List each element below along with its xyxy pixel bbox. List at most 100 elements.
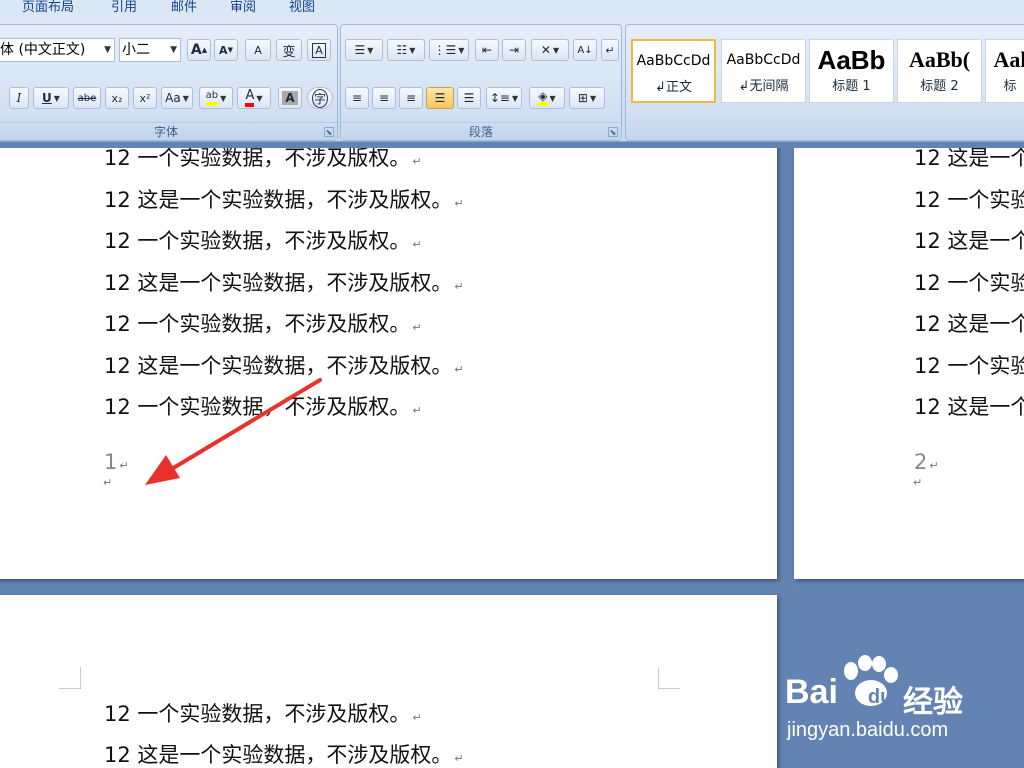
- subscript-button[interactable]: x₂: [105, 87, 129, 109]
- align-left-icon: ≡: [351, 91, 363, 105]
- text-line[interactable]: 12 这是一个: [914, 311, 1024, 337]
- grow-font-button[interactable]: A ▲: [187, 39, 211, 61]
- paragraph-group: ☰ ▼ ☷ ▼ ⋮☰ ▼ ⇤ ⇥ ✕ ▼ A↓ ↵ ≡ ≡ ≡ ☰ ☰ ↕≡ ▼…: [340, 24, 622, 141]
- text-line[interactable]: 12 一个实验: [914, 270, 1024, 296]
- tab-view[interactable]: 视图: [289, 0, 315, 16]
- tab-page-layout[interactable]: 页面布局: [22, 0, 74, 16]
- text-line[interactable]: 12 这是一个实验数据，不涉及版权。 ↵: [104, 187, 464, 217]
- strikethrough-icon: abe: [77, 92, 97, 104]
- increase-indent-button[interactable]: ⇥: [502, 39, 526, 61]
- text-line[interactable]: 12 一个实验: [914, 187, 1024, 213]
- borders-button[interactable]: ⊞ ▼: [569, 87, 605, 109]
- style-heading-1[interactable]: AaBb 标题 1: [809, 39, 894, 103]
- char-border-button[interactable]: A: [307, 39, 331, 61]
- numbering-button[interactable]: ☷ ▼: [387, 39, 425, 61]
- paragraph-dialog-launcher[interactable]: ⬊: [608, 127, 618, 137]
- line-spacing-icon: ↕≡: [489, 91, 510, 105]
- eraser-icon: A: [254, 43, 262, 57]
- style-heading-2[interactable]: AaBb( 标题 2: [897, 39, 982, 103]
- text-line[interactable]: 12 一个实验数据，不涉及版权。 ↵: [104, 228, 422, 258]
- underline-icon: U: [42, 91, 52, 105]
- tab-review[interactable]: 审阅: [230, 0, 256, 16]
- italic-button[interactable]: I: [9, 87, 29, 109]
- border-grid-icon: ⊞: [577, 91, 588, 105]
- shrink-font-button[interactable]: A ▼: [214, 39, 238, 61]
- font-name-dropdown[interactable]: 体 (中文正文) ▼: [0, 38, 115, 62]
- paragraph-mark: ↵: [103, 476, 113, 489]
- line-spacing-button[interactable]: ↕≡ ▼: [486, 87, 522, 109]
- text-line[interactable]: 12 这是一个: [914, 394, 1024, 420]
- shading-button[interactable]: ◈ ▼: [529, 87, 565, 109]
- paint-bucket-icon: ◈: [538, 90, 548, 106]
- align-right-button[interactable]: ≡: [399, 87, 423, 109]
- style-normal[interactable]: AaBbCcDd ↲正文: [631, 39, 716, 103]
- increase-indent-icon: ⇥: [508, 43, 520, 57]
- bullets-button[interactable]: ☰ ▼: [345, 39, 383, 61]
- numbered-list-icon: ☷: [396, 43, 408, 57]
- paragraph-mark-icon: ↵: [605, 43, 615, 57]
- page-3[interactable]: 12 一个实验数据，不涉及版权。 ↵ 12 这是一个实验数据，不涉及版权。 ↵: [0, 595, 777, 768]
- paragraph-group-label: 段落: [341, 122, 621, 140]
- style-sample: AaBbCcDd: [636, 53, 711, 69]
- shrink-font-icon: A: [219, 43, 228, 57]
- tab-mailings[interactable]: 邮件: [171, 0, 197, 16]
- text-line[interactable]: 12 一个实验数据，不涉及版权。 ↵: [104, 701, 422, 731]
- paragraph-mark: ↵: [913, 476, 923, 489]
- multilevel-list-icon: ⋮☰: [433, 43, 457, 57]
- decrease-indent-button[interactable]: ⇤: [475, 39, 499, 61]
- text-line[interactable]: 12 这是一个: [914, 228, 1024, 254]
- page-number[interactable]: 1 ↵: [104, 450, 129, 474]
- page-2[interactable]: 12 这是一个 12 一个实验 12 这是一个 12 一个实验 12 这是一个 …: [794, 148, 1024, 579]
- superscript-button[interactable]: x²: [133, 87, 157, 109]
- font-dialog-launcher[interactable]: ⬊: [324, 127, 334, 137]
- page-number[interactable]: 2 ↵: [914, 450, 939, 474]
- change-case-icon: Aa: [165, 91, 181, 105]
- style-title[interactable]: Aal 标: [985, 39, 1024, 103]
- grow-font-icon: A: [190, 42, 202, 58]
- distributed-button[interactable]: ☰: [457, 87, 481, 109]
- style-sample: AaBb(: [908, 47, 971, 72]
- text-line[interactable]: 12 这是一个: [914, 148, 1024, 171]
- change-case-button[interactable]: Aa ▼: [161, 87, 193, 109]
- char-shading-icon: A: [282, 91, 298, 105]
- page-1[interactable]: 12 一个实验数据，不涉及版权。 ↵ 12 这是一个实验数据，不涉及版权。 ↵ 12…: [0, 148, 777, 579]
- text-line[interactable]: 12 一个实验: [914, 353, 1024, 379]
- style-name: ↲正文: [655, 80, 692, 95]
- text-line[interactable]: 12 一个实验数据，不涉及版权。 ↵: [104, 148, 422, 175]
- highlight-button[interactable]: ab ▼: [199, 87, 233, 109]
- text-line[interactable]: 12 一个实验数据，不涉及版权。 ↵: [104, 394, 422, 424]
- phonetic-guide-button[interactable]: 变: [276, 39, 302, 61]
- sort-icon: A↓: [577, 44, 593, 56]
- chevron-down-icon: ▼: [104, 45, 111, 55]
- watermark-url: jingyan.baidu.com: [787, 719, 949, 741]
- align-left-button[interactable]: ≡: [345, 87, 369, 109]
- align-center-icon: ≡: [378, 91, 390, 105]
- text-line[interactable]: 12 这是一个实验数据，不涉及版权。 ↵: [104, 742, 464, 768]
- font-group-label: 字体: [0, 122, 337, 140]
- tab-references[interactable]: 引用: [111, 0, 137, 16]
- font-color-icon: A: [245, 89, 255, 107]
- text-line[interactable]: 12 一个实验数据，不涉及版权。 ↵: [104, 311, 422, 341]
- char-shading-button[interactable]: A: [278, 87, 302, 109]
- chevron-down-icon: ▼: [170, 45, 177, 55]
- strikethrough-button[interactable]: abe: [73, 87, 101, 109]
- justify-button[interactable]: ☰: [426, 87, 454, 109]
- document-area[interactable]: 12 一个实验数据，不涉及版权。 ↵ 12 这是一个实验数据，不涉及版权。 ↵ 12…: [0, 148, 1024, 768]
- text-line[interactable]: 12 这是一个实验数据，不涉及版权。 ↵: [104, 270, 464, 300]
- sort-button[interactable]: A↓: [573, 39, 597, 61]
- multilevel-list-button[interactable]: ⋮☰ ▼: [429, 39, 469, 61]
- underline-button[interactable]: U ▼: [33, 87, 69, 109]
- char-border-icon: A: [312, 42, 326, 58]
- style-sample: AaBb: [817, 45, 886, 75]
- font-name-value: 体 (中文正文): [0, 42, 86, 58]
- text-line[interactable]: 12 这是一个实验数据，不涉及版权。 ↵: [104, 353, 464, 383]
- clear-format-button[interactable]: A: [245, 39, 271, 61]
- style-no-spacing[interactable]: AaBbCcDd ↲无间隔: [721, 39, 806, 103]
- enclose-char-icon: 字: [311, 88, 328, 108]
- chinese-layout-button[interactable]: ✕ ▼: [531, 39, 569, 61]
- align-center-button[interactable]: ≡: [372, 87, 396, 109]
- font-size-dropdown[interactable]: 小二 ▼: [119, 38, 181, 62]
- font-color-button[interactable]: A ▼: [237, 87, 271, 109]
- show-marks-button[interactable]: ↵: [601, 39, 619, 61]
- enclose-char-button[interactable]: 字: [307, 87, 333, 109]
